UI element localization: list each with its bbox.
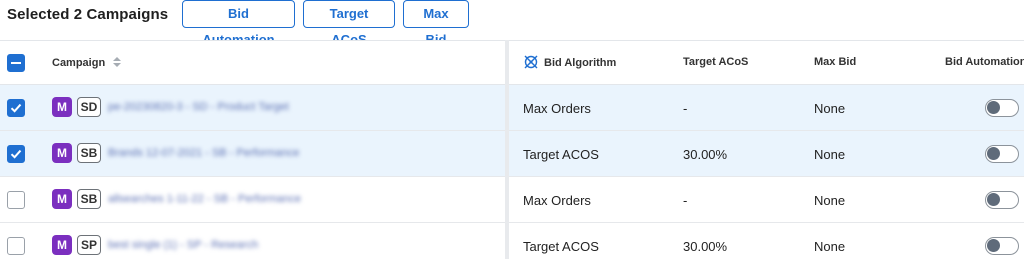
bid-algorithm-value: Max Orders [523,193,591,208]
crosshair-bid-icon [524,55,538,69]
header-target-acos[interactable]: Target ACoS [683,56,748,68]
bid-automation-toggle[interactable] [985,191,1019,209]
checkmark-icon [10,103,22,113]
minus-icon [11,62,21,64]
row-checkbox[interactable] [7,237,25,255]
table-row[interactable]: M SP best single (1) - SP - Research Tar… [0,223,1024,259]
max-bid-value: None [814,193,846,208]
target-acos-value: - [683,101,688,116]
badge-ad-type: SB [77,143,101,163]
badge-managed: M [52,189,72,209]
target-acos-value: - [683,193,688,208]
target-acos-value: 30.00% [683,147,728,162]
select-all-checkbox[interactable] [7,54,25,72]
campaigns-table: Campaign Bid Algorithm Target ACoS Max B… [0,40,1024,259]
table-row[interactable]: M SB Brands 12-07-2021 - SB - Performanc… [0,131,1024,177]
toggle-knob [987,193,1000,206]
target-acos-button[interactable]: Target ACoS [303,0,395,47]
selected-count-text: Selected 2 Campaigns [7,6,169,23]
row-checkbox[interactable] [7,145,25,163]
frozen-column-divider[interactable] [505,40,509,259]
max-bid-value: None [814,147,846,162]
campaign-name-link[interactable]: allsearches 1-11-22 - SB - Performance [108,193,301,207]
sort-arrows-icon[interactable] [112,56,122,68]
bid-automation-button[interactable]: Bid Automation [182,0,295,47]
target-acos-value: 30.00% [683,239,728,254]
badge-managed: M [52,235,72,255]
bid-automation-toggle[interactable] [985,99,1019,117]
checkmark-icon [10,149,22,159]
campaign-name-link[interactable]: Brands 12-07-2021 - SB - Performance [108,147,299,161]
table-header: Campaign Bid Algorithm Target ACoS Max B… [0,40,1024,85]
campaign-name-link[interactable]: pe-20230820-3 - SD - Product Target [108,101,289,115]
bid-automation-toggle[interactable] [985,145,1019,163]
bid-algorithm-value: Target ACOS [523,239,599,254]
header-max-bid[interactable]: Max Bid [814,56,856,68]
badge-ad-type: SP [77,235,101,255]
bid-automation-toggle[interactable] [985,237,1019,255]
bid-algorithm-value: Max Orders [523,101,591,116]
table-row[interactable]: M SB allsearches 1-11-22 - SB - Performa… [0,177,1024,223]
header-bid-algorithm[interactable]: Bid Algorithm [523,54,616,70]
campaign-name-link[interactable]: best single (1) - SP - Research [108,239,258,253]
max-bid-value: None [814,239,846,254]
table-row[interactable]: M SD pe-20230820-3 - SD - Product Target… [0,85,1024,131]
max-bid-button[interactable]: Max Bid [403,0,469,47]
bid-algorithm-value: Target ACOS [523,147,599,162]
row-checkbox[interactable] [7,191,25,209]
header-bid-automation[interactable]: Bid Automation [945,56,1024,68]
toggle-knob [987,147,1000,160]
badge-ad-type: SD [77,97,101,117]
badge-managed: M [52,143,72,163]
toggle-knob [987,239,1000,252]
badge-managed: M [52,97,72,117]
badge-ad-type: SB [77,189,101,209]
toggle-knob [987,101,1000,114]
row-checkbox[interactable] [7,99,25,117]
header-campaign[interactable]: Campaign [52,56,122,69]
selection-toolbar: Selected 2 Campaigns Bid Automation Targ… [0,0,1024,47]
max-bid-value: None [814,101,846,116]
